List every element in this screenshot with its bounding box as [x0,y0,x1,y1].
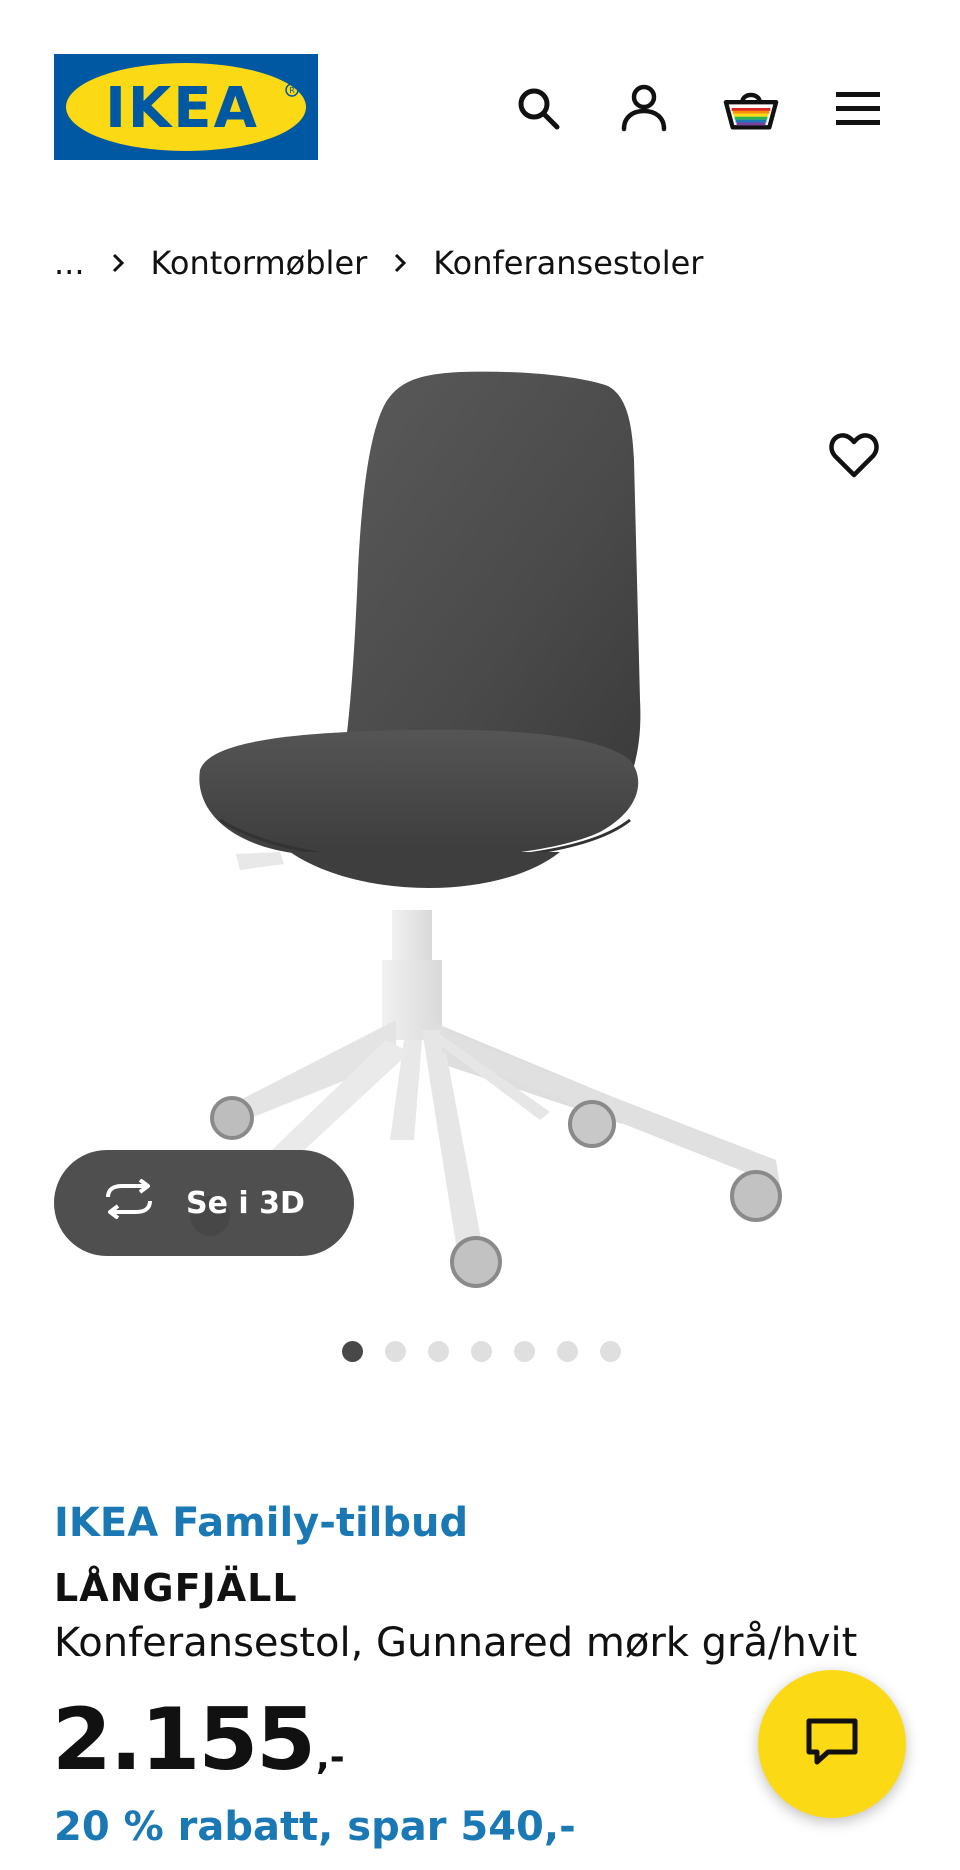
svg-text:R: R [289,86,295,95]
carousel-dot[interactable] [557,1341,578,1362]
image-carousel-indicators [342,1341,621,1362]
product-name: LÅNGFJÄLL [54,1566,298,1610]
header: IKEA R [0,0,960,200]
carousel-dot[interactable] [471,1341,492,1362]
family-offer-label: IKEA Family-tilbud [54,1500,469,1546]
menu-icon[interactable] [830,80,886,136]
view-in-3d-button[interactable]: Se i 3D [54,1150,354,1256]
chevron-right-icon [111,252,125,274]
product-description: Konferansestol, Gunnared mørk grå/hvit [54,1620,858,1666]
breadcrumb-item-konferansestoler[interactable]: Konferansestoler [433,244,703,282]
breadcrumb-ellipsis[interactable]: ... [54,244,85,282]
svg-text:IKEA: IKEA [105,76,259,141]
shopping-basket-icon[interactable] [723,80,779,136]
carousel-dot[interactable] [342,1341,363,1362]
carousel-dot[interactable] [385,1341,406,1362]
carousel-dot[interactable] [514,1341,535,1362]
search-icon[interactable] [510,80,566,136]
chevron-right-icon [393,252,407,274]
ikea-logo[interactable]: IKEA R [54,54,318,160]
profile-icon[interactable] [616,80,672,136]
price-amount: 2.155 [52,1690,316,1790]
chat-button[interactable] [758,1670,906,1818]
rotate-3d-icon [100,1178,158,1227]
product-price: 2.155 ,- [52,1690,345,1790]
price-suffix: ,- [316,1737,345,1778]
carousel-dot[interactable] [600,1341,621,1362]
breadcrumb-item-kontormobler[interactable]: Kontormøbler [151,244,368,282]
carousel-dot[interactable] [428,1341,449,1362]
view-in-3d-label: Se i 3D [186,1185,305,1221]
chat-bubble-icon [804,1716,860,1772]
favourite-heart-icon[interactable] [826,428,882,484]
breadcrumb: ... Kontormøbler Konferansestoler [54,238,703,288]
discount-label: 20 % rabatt, spar 540,- [54,1804,576,1850]
